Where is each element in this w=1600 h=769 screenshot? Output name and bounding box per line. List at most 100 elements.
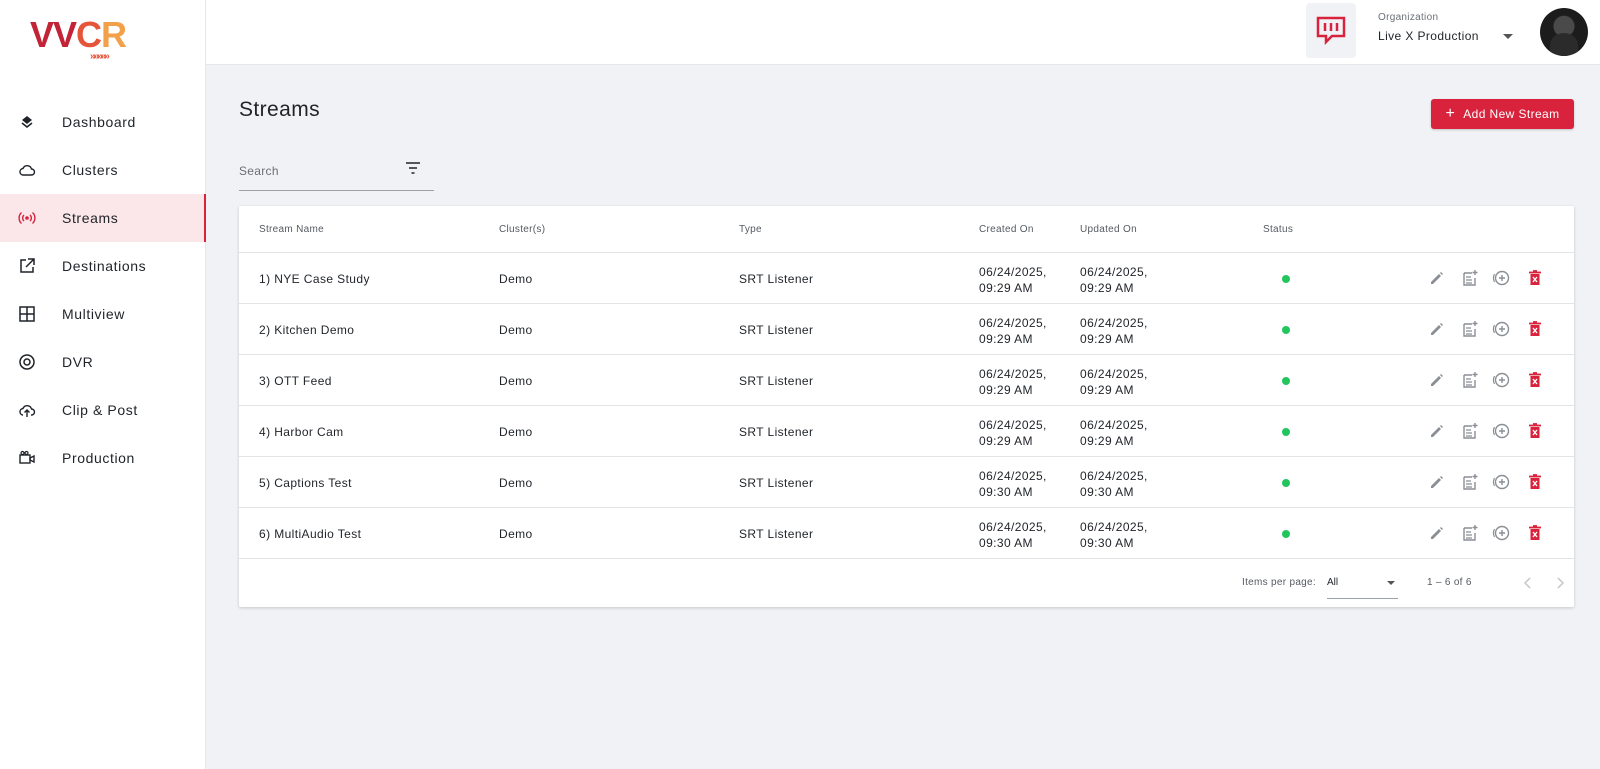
next-page-button[interactable] <box>1548 571 1572 595</box>
chevron-down-icon[interactable] <box>1503 34 1513 39</box>
updated-time: 09:29 AM <box>1080 281 1134 295</box>
column-header-status[interactable]: Status <box>1263 224 1293 235</box>
add-button[interactable] <box>1492 318 1514 340</box>
add-button[interactable] <box>1492 267 1514 289</box>
add-note-button[interactable] <box>1459 522 1481 544</box>
edit-button[interactable] <box>1426 522 1448 544</box>
add-button[interactable] <box>1492 369 1514 391</box>
filter-icon[interactable] <box>405 161 421 175</box>
organization-logo[interactable] <box>1306 3 1356 58</box>
delete-button[interactable] <box>1524 522 1546 544</box>
type-cell: SRT Listener <box>739 272 814 286</box>
sidebar-item-streams[interactable]: Streams <box>0 194 206 242</box>
table-row[interactable]: 5) Captions Test Demo SRT Listener 06/24/20… <box>239 457 1574 508</box>
type-cell: SRT Listener <box>739 476 814 490</box>
edit-button[interactable] <box>1426 471 1448 493</box>
delete-button[interactable] <box>1524 369 1546 391</box>
sidebar-item-multiview[interactable]: Multiview <box>0 290 206 338</box>
delete-button[interactable] <box>1524 471 1546 493</box>
column-header-clusters[interactable]: Cluster(s) <box>499 224 545 235</box>
vvcr-logo[interactable]: VVCR »»»»» <box>30 16 127 63</box>
add-note-button[interactable] <box>1459 420 1481 442</box>
status-indicator <box>1282 326 1290 334</box>
created-time: 09:29 AM <box>979 383 1033 397</box>
add-new-stream-button[interactable]: + Add New Stream <box>1431 99 1574 129</box>
add-button[interactable] <box>1492 522 1514 544</box>
edit-button[interactable] <box>1426 318 1448 340</box>
table-row[interactable]: 3) OTT Feed Demo SRT Listener 06/24/2025, 09… <box>239 355 1574 406</box>
add-note-icon <box>1462 270 1478 286</box>
updated-on-cell: 06/24/2025, 09:30 AM <box>1080 468 1148 500</box>
sidebar-item-destinations[interactable]: Destinations <box>0 242 206 290</box>
status-indicator <box>1282 428 1290 436</box>
add-note-icon <box>1462 525 1478 541</box>
edit-button[interactable] <box>1426 267 1448 289</box>
created-time: 09:29 AM <box>979 332 1033 346</box>
updated-date: 06/24/2025, <box>1080 265 1148 279</box>
updated-time: 09:30 AM <box>1080 485 1134 499</box>
column-header-created-on[interactable]: Created On <box>979 224 1034 235</box>
edit-button[interactable] <box>1426 420 1448 442</box>
previous-page-button[interactable] <box>1516 571 1540 595</box>
created-date: 06/24/2025, <box>979 520 1047 534</box>
delete-icon <box>1529 525 1542 540</box>
add-circle-icon <box>1493 525 1510 541</box>
add-note-button[interactable] <box>1459 369 1481 391</box>
status-indicator <box>1282 377 1290 385</box>
sidebar-item-clusters[interactable]: Clusters <box>0 146 206 194</box>
table-header: Stream Name Cluster(s) Type Created On U… <box>239 206 1574 253</box>
search-input[interactable] <box>239 161 399 181</box>
add-button[interactable] <box>1492 471 1514 493</box>
table-row[interactable]: 1) NYE Case Study Demo SRT Listener 06/24/2… <box>239 253 1574 304</box>
created-time: 09:30 AM <box>979 485 1033 499</box>
edit-icon <box>1430 272 1443 284</box>
edit-icon <box>1430 374 1443 386</box>
sidebar-item-dvr[interactable]: DVR <box>0 338 206 386</box>
column-header-stream-name[interactable]: Stream Name <box>259 224 324 235</box>
row-actions <box>1426 420 1546 442</box>
sidebar-item-label: Streams <box>62 210 119 226</box>
organization-select[interactable]: Live X Production <box>1378 29 1479 43</box>
created-on-cell: 06/24/2025, 09:29 AM <box>979 366 1047 398</box>
type-cell: SRT Listener <box>739 374 814 388</box>
add-note-icon <box>1462 372 1478 388</box>
user-avatar[interactable] <box>1540 8 1588 56</box>
chevron-left-icon <box>1523 577 1531 589</box>
delete-button[interactable] <box>1524 420 1546 442</box>
column-header-type[interactable]: Type <box>739 224 762 235</box>
sidebar-item-production[interactable]: Production <box>0 434 206 482</box>
column-header-updated-on[interactable]: Updated On <box>1080 224 1137 235</box>
sidebar-item-clip-post[interactable]: Clip & Post <box>0 386 206 434</box>
type-cell: SRT Listener <box>739 425 814 439</box>
edit-icon <box>1430 425 1443 437</box>
sidebar-item-dashboard[interactable]: Dashboard <box>0 98 206 146</box>
edit-button[interactable] <box>1426 369 1448 391</box>
type-cell: SRT Listener <box>739 323 814 337</box>
delete-button[interactable] <box>1524 267 1546 289</box>
sidebar-item-label: Destinations <box>62 258 147 274</box>
add-new-stream-label: Add New Stream <box>1463 107 1560 121</box>
cloud-icon <box>19 165 36 176</box>
updated-date: 06/24/2025, <box>1080 367 1148 381</box>
delete-button[interactable] <box>1524 318 1546 340</box>
add-note-button[interactable] <box>1459 318 1481 340</box>
add-button[interactable] <box>1492 420 1514 442</box>
sidebar-nav: Dashboard Clusters Streams Destinations … <box>0 98 206 482</box>
items-per-page-select[interactable]: All <box>1327 571 1398 599</box>
delete-icon <box>1529 423 1542 438</box>
table-row[interactable]: 6) MultiAudio Test Demo SRT Listener 06/24/… <box>239 508 1574 559</box>
sidebar: VVCR »»»»» Dashboard Clusters Streams De… <box>0 0 206 769</box>
stream-name-cell: 4) Harbor Cam <box>259 425 344 439</box>
cluster-cell: Demo <box>499 527 533 541</box>
created-time: 09:29 AM <box>979 281 1033 295</box>
status-indicator <box>1282 479 1290 487</box>
table-row[interactable]: 2) Kitchen Demo Demo SRT Listener 06/24/202… <box>239 304 1574 355</box>
updated-on-cell: 06/24/2025, 09:29 AM <box>1080 366 1148 398</box>
table-row[interactable]: 4) Harbor Cam Demo SRT Listener 06/24/2025,… <box>239 406 1574 457</box>
add-note-button[interactable] <box>1459 267 1481 289</box>
updated-date: 06/24/2025, <box>1080 418 1148 432</box>
updated-date: 06/24/2025, <box>1080 469 1148 483</box>
video-camera-icon <box>19 450 35 464</box>
add-note-button[interactable] <box>1459 471 1481 493</box>
created-on-cell: 06/24/2025, 09:30 AM <box>979 519 1047 551</box>
